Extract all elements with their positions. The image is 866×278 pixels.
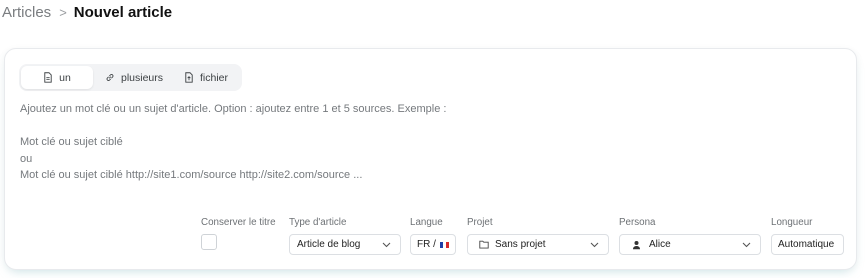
project-setting: Projet Sans projet — [467, 217, 609, 255]
chevron-down-icon — [382, 242, 391, 248]
language-select[interactable]: FR / — [410, 234, 456, 255]
language-setting: Langue FR / — [410, 217, 456, 255]
fr-flag-icon — [439, 241, 449, 248]
persona-value: Alice — [649, 239, 671, 250]
project-label: Projet — [467, 217, 493, 228]
tab-un[interactable]: un — [21, 66, 93, 89]
tab-plusieurs[interactable]: plusieurs — [93, 66, 175, 89]
length-select[interactable]: Automatique — [771, 234, 844, 255]
persona-label: Persona — [619, 217, 656, 228]
file-upload-icon — [185, 72, 193, 83]
keep-title-setting: Conserver le titre — [201, 217, 281, 250]
keep-title-label: Conserver le titre — [201, 217, 276, 228]
article-form-card: un plusieurs fichier Ajoutez un mot clé … — [4, 48, 857, 270]
keep-title-checkbox[interactable] — [201, 234, 217, 250]
breadcrumb: Articles > Nouvel article — [2, 2, 172, 22]
tab-un-label: un — [59, 71, 71, 84]
person-icon — [633, 240, 640, 249]
length-setting: Longueur Automatique — [771, 217, 844, 255]
language-label: Langue — [410, 217, 443, 228]
persona-setting: Persona Alice — [619, 217, 761, 255]
chevron-down-icon — [742, 242, 751, 248]
persona-select[interactable]: Alice — [619, 234, 761, 255]
project-select[interactable]: Sans projet — [467, 234, 609, 255]
document-icon — [44, 72, 52, 83]
language-value: FR / — [417, 239, 436, 250]
article-type-setting: Type d'article Article de blog — [289, 217, 401, 255]
tab-plusieurs-label: plusieurs — [120, 71, 164, 84]
chevron-down-icon — [590, 242, 599, 248]
breadcrumb-separator: > — [59, 4, 67, 20]
length-label: Longueur — [771, 217, 813, 228]
keyword-prompt-input[interactable]: Ajoutez un mot clé ou un sujet d'article… — [20, 101, 840, 193]
breadcrumb-articles-link[interactable]: Articles — [2, 4, 51, 21]
mode-tabs: un plusieurs fichier — [19, 64, 242, 91]
tab-fichier[interactable]: fichier — [175, 66, 237, 89]
tab-fichier-label: fichier — [199, 71, 228, 84]
article-type-label: Type d'article — [289, 217, 347, 228]
folder-icon — [479, 240, 489, 249]
article-type-select[interactable]: Article de blog — [289, 234, 401, 255]
length-value: Automatique — [778, 239, 835, 250]
article-type-value: Article de blog — [297, 239, 361, 250]
page-title: Nouvel article — [73, 3, 173, 21]
project-value: Sans projet — [495, 239, 546, 250]
link-icon — [106, 74, 114, 81]
